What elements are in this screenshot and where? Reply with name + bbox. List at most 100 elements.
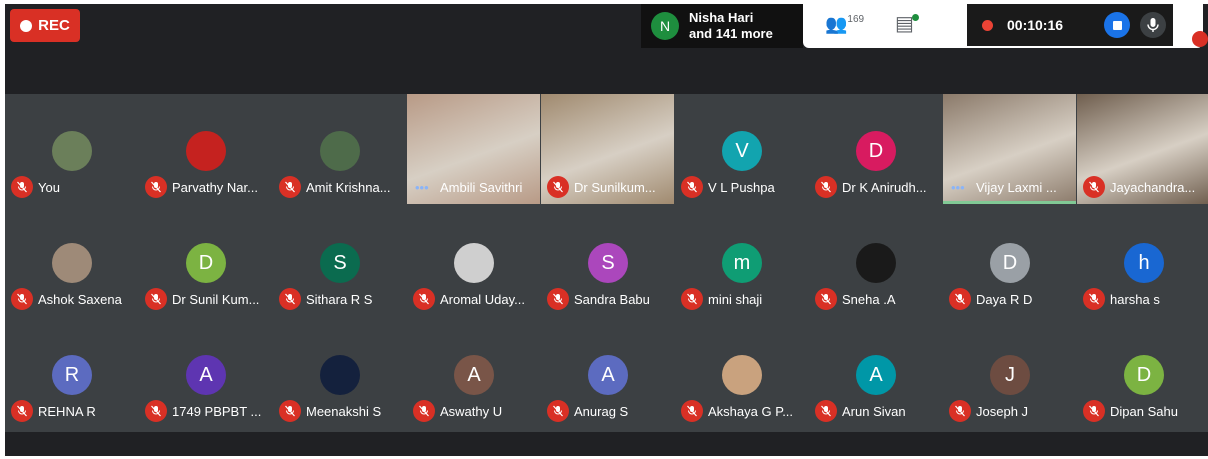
participant-name: Akshaya G P... bbox=[708, 404, 794, 419]
participant-tile[interactable]: Parvathy Nar... bbox=[139, 94, 272, 204]
participant-avatar: D bbox=[186, 243, 226, 283]
muted-corner-icon bbox=[1192, 31, 1208, 47]
bottom-bar bbox=[5, 432, 1208, 456]
recording-indicator: REC bbox=[10, 9, 80, 42]
participant-tile[interactable]: Jayachandra... bbox=[1077, 94, 1208, 204]
people-count: 169 bbox=[847, 14, 865, 25]
mic-muted-icon bbox=[949, 288, 971, 310]
mic-muted-icon bbox=[413, 400, 435, 422]
mic-muted-icon bbox=[815, 176, 837, 198]
participant-name: Joseph J bbox=[976, 404, 1029, 419]
participant-tile[interactable]: h harsha s bbox=[1077, 206, 1208, 316]
participant-tile[interactable]: Amit Krishna... bbox=[273, 94, 406, 204]
participant-avatar bbox=[454, 243, 494, 283]
participant-avatar bbox=[320, 355, 360, 395]
participant-tile[interactable]: m mini shaji bbox=[675, 206, 808, 316]
mic-muted-icon bbox=[279, 176, 301, 198]
participant-tile[interactable]: You bbox=[5, 94, 138, 204]
participant-tile[interactable]: R REHNA R bbox=[5, 318, 138, 428]
presence-notification[interactable]: N Nisha Hari and 141 more bbox=[641, 4, 803, 48]
mic-muted-icon bbox=[1083, 400, 1105, 422]
participant-avatar bbox=[52, 243, 92, 283]
participant-name: Aswathy U bbox=[440, 404, 503, 419]
participant-tile[interactable]: D Dr Sunil Kum... bbox=[139, 206, 272, 316]
participant-tile[interactable]: V V L Pushpa bbox=[675, 94, 808, 204]
presence-avatar: N bbox=[651, 12, 679, 40]
participant-grid: You Parvathy Nar... Amit Krishna... ••• Ambi… bbox=[5, 94, 1208, 432]
participant-tile[interactable]: Meenakshi S bbox=[273, 318, 406, 428]
mic-muted-icon bbox=[279, 400, 301, 422]
participant-avatar: h bbox=[1124, 243, 1164, 283]
participant-avatar: A bbox=[454, 355, 494, 395]
participant-tile[interactable]: A Aswathy U bbox=[407, 318, 540, 428]
participant-name: Dipan Sahu bbox=[1110, 404, 1178, 419]
participant-avatar: A bbox=[588, 355, 628, 395]
participant-tile[interactable]: Sneha .A bbox=[809, 206, 942, 316]
participant-name: V L Pushpa bbox=[708, 180, 775, 195]
participant-name: Sneha .A bbox=[842, 292, 896, 307]
participant-tile[interactable]: D Dipan Sahu bbox=[1077, 318, 1208, 428]
participant-tile[interactable]: S Sandra Babu bbox=[541, 206, 674, 316]
mic-muted-icon bbox=[815, 400, 837, 422]
participant-tile[interactable]: S Sithara R S bbox=[273, 206, 406, 316]
participant-name: Meenakshi S bbox=[306, 404, 382, 419]
participant-tile[interactable]: D Dr K Anirudh... bbox=[809, 94, 942, 204]
stop-recording-button[interactable] bbox=[1104, 12, 1130, 38]
meeting-stage: REC N Nisha Hari and 141 more 👥169 ▤ 00:… bbox=[5, 4, 1208, 456]
participant-name: Dr Sunil Kum... bbox=[172, 292, 260, 307]
participant-name: Dr K Anirudh... bbox=[842, 180, 927, 195]
participant-avatar: A bbox=[186, 355, 226, 395]
mic-muted-icon bbox=[1083, 288, 1105, 310]
participant-name: harsha s bbox=[1110, 292, 1160, 307]
participant-avatar: V bbox=[722, 131, 762, 171]
mic-muted-icon bbox=[145, 400, 167, 422]
recording-timer: 00:10:16 bbox=[1007, 17, 1064, 33]
top-bar: REC N Nisha Hari and 141 more 👥169 ▤ 00:… bbox=[5, 4, 1208, 94]
recording-control-bar: 00:10:16 bbox=[967, 4, 1173, 46]
participant-avatar: m bbox=[722, 243, 762, 283]
participant-name: Arun Sivan bbox=[842, 404, 906, 419]
mic-muted-icon bbox=[145, 176, 167, 198]
participant-tile[interactable]: Dr Sunilkum... bbox=[541, 94, 674, 204]
participant-name: You bbox=[38, 180, 60, 195]
people-button[interactable]: 👥169 bbox=[825, 14, 864, 35]
participant-name: Parvathy Nar... bbox=[172, 180, 258, 195]
participant-name: Sandra Babu bbox=[574, 292, 650, 307]
participant-tile[interactable]: ••• Ambili Savithri bbox=[407, 94, 540, 204]
participant-avatar bbox=[186, 131, 226, 171]
mic-muted-icon bbox=[11, 176, 33, 198]
participant-tile[interactable]: ••• Vijay Laxmi ... bbox=[943, 94, 1076, 204]
mic-button[interactable] bbox=[1140, 12, 1166, 38]
mic-muted-icon bbox=[815, 288, 837, 310]
participant-tile[interactable]: Akshaya G P... bbox=[675, 318, 808, 428]
participant-avatar bbox=[52, 131, 92, 171]
speaking-indicator-icon: ••• bbox=[415, 180, 429, 195]
participant-avatar: D bbox=[856, 131, 896, 171]
participant-tile[interactable]: J Joseph J bbox=[943, 318, 1076, 428]
participant-name: Jayachandra... bbox=[1110, 180, 1196, 195]
chat-button[interactable]: ▤ bbox=[895, 14, 919, 34]
participant-avatar: D bbox=[1124, 355, 1164, 395]
participant-tile[interactable]: Ashok Saxena bbox=[5, 206, 138, 316]
participant-name: Ambili Savithri bbox=[440, 180, 523, 195]
participant-avatar bbox=[856, 243, 896, 283]
mic-muted-icon bbox=[681, 400, 703, 422]
participant-name: Vijay Laxmi ... bbox=[976, 180, 1057, 195]
participant-tile[interactable]: D Daya R D bbox=[943, 206, 1076, 316]
participant-avatar: A bbox=[856, 355, 896, 395]
participant-tile[interactable]: A Anurag S bbox=[541, 318, 674, 428]
stop-icon bbox=[1112, 20, 1122, 30]
mic-muted-icon bbox=[1083, 176, 1105, 198]
participant-name: 1749 PBPBT ... bbox=[172, 404, 262, 419]
participant-tile[interactable]: A 1749 PBPBT ... bbox=[139, 318, 272, 428]
participant-avatar bbox=[722, 355, 762, 395]
participant-name: Ashok Saxena bbox=[38, 292, 122, 307]
participant-tile[interactable]: A Arun Sivan bbox=[809, 318, 942, 428]
record-dot-icon bbox=[20, 19, 33, 32]
mic-muted-icon bbox=[949, 400, 971, 422]
participant-tile[interactable]: Aromal Uday... bbox=[407, 206, 540, 316]
mic-muted-icon bbox=[681, 176, 703, 198]
mic-muted-icon bbox=[145, 288, 167, 310]
participant-avatar: J bbox=[990, 355, 1030, 395]
participant-name: REHNA R bbox=[38, 404, 96, 419]
